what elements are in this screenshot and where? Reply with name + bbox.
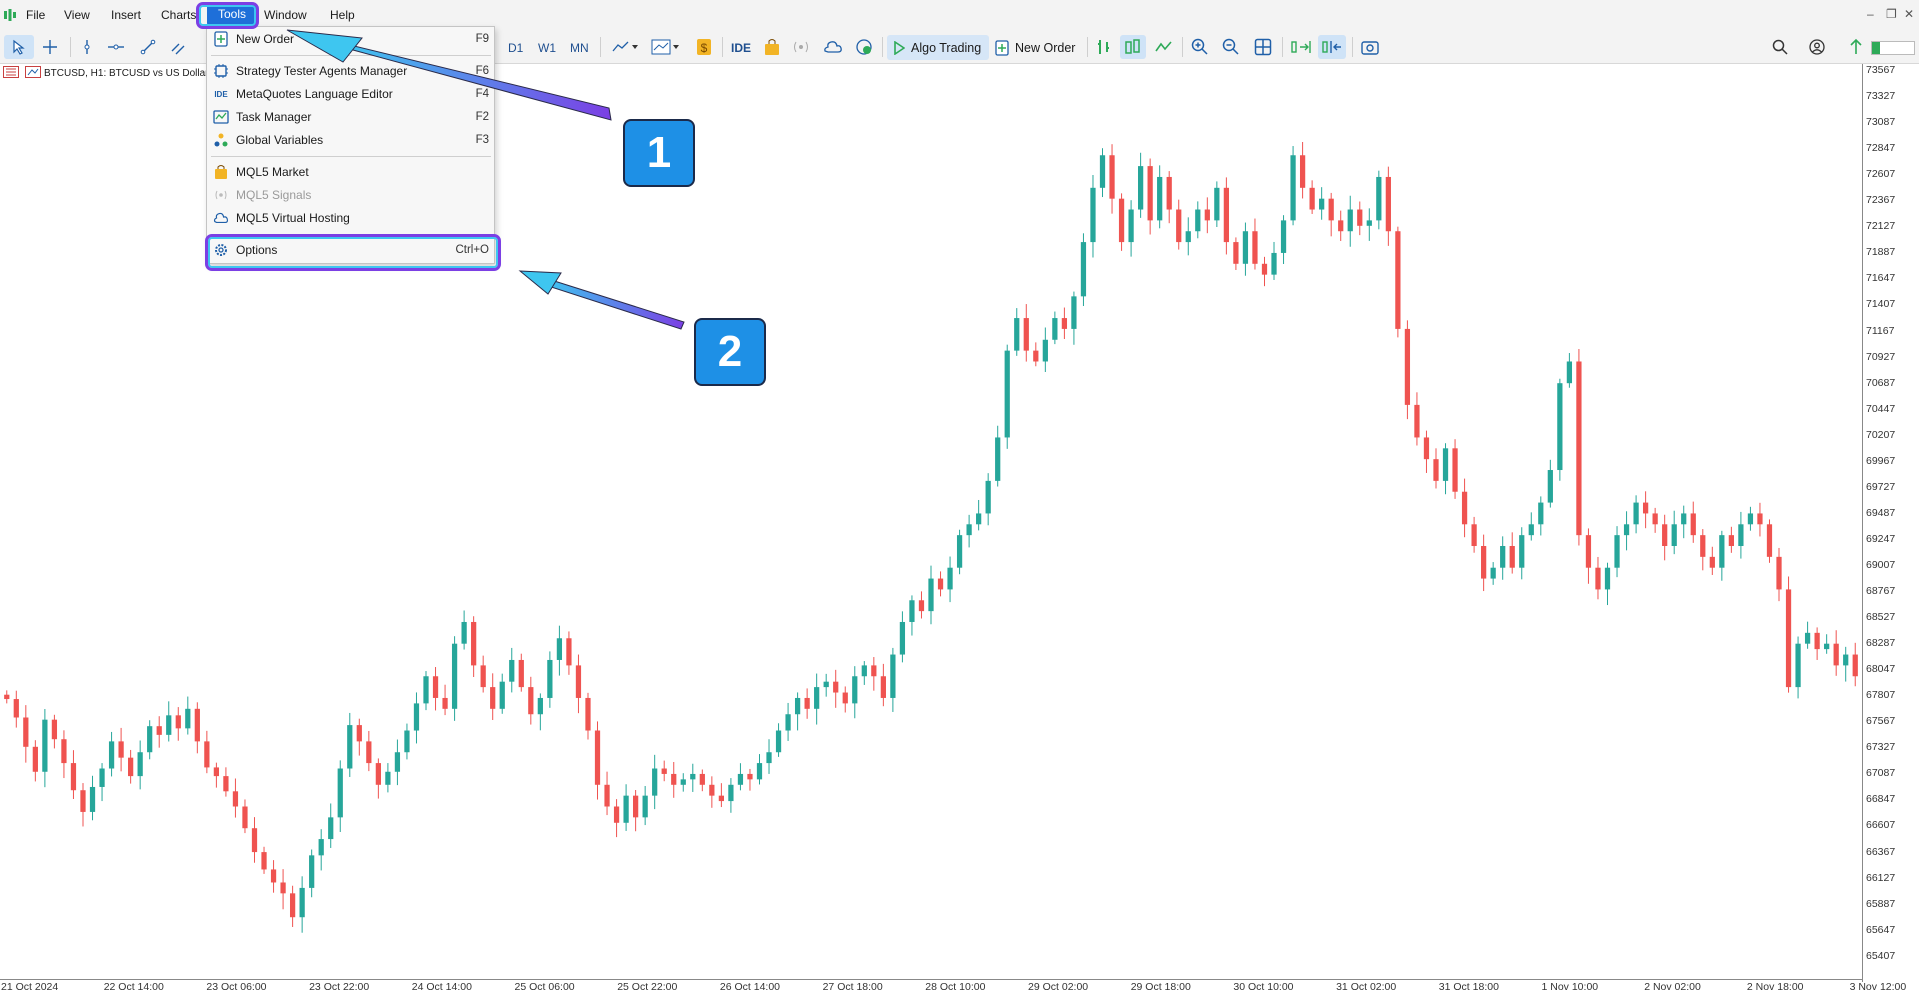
arrow-1 [286,29,612,121]
arrow-2 [518,270,685,330]
annotation-arrows [286,29,685,330]
step-badge-1: 1 [623,119,695,187]
step-badge-2: 2 [694,318,766,386]
